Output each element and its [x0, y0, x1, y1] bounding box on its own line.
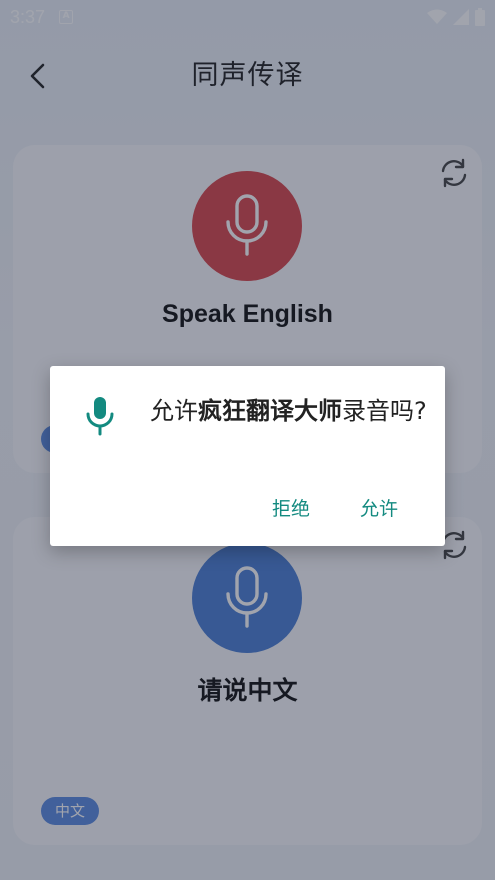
- dialog-msg-prefix: 允许: [150, 397, 198, 425]
- dialog-msg-suffix: 录音吗?: [342, 397, 427, 425]
- dialog-message: 允许疯狂翻译大师录音吗?: [150, 392, 430, 430]
- permission-dialog: 允许疯狂翻译大师录音吗? 拒绝 允许: [50, 366, 445, 546]
- microphone-icon: [86, 397, 114, 436]
- deny-button[interactable]: 拒绝: [272, 494, 310, 521]
- dialog-app-name: 疯狂翻译大师: [198, 397, 342, 425]
- allow-button[interactable]: 允许: [360, 494, 398, 521]
